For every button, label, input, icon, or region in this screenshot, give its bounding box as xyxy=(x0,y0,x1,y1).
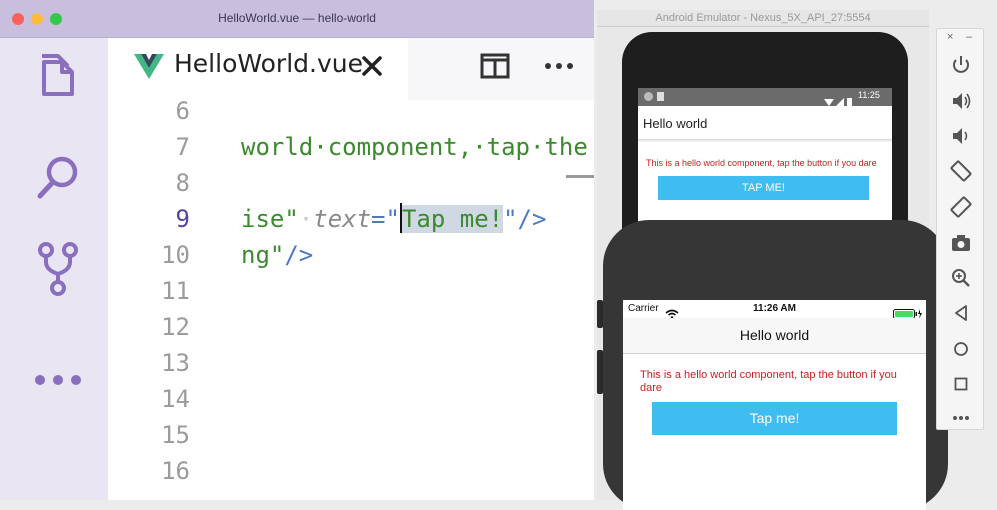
volume-down-icon[interactable] xyxy=(949,124,973,148)
line-number: 7 xyxy=(175,133,190,161)
vscode-titlebar: HelloWorld.vue — hello-world xyxy=(0,0,594,38)
more-icon[interactable] xyxy=(28,350,88,410)
tab-helloworld-vue[interactable]: HelloWorld.vue xyxy=(108,38,408,100)
android-status-time: 11:25 xyxy=(858,90,880,100)
ios-message: This is a hello world component, tap the… xyxy=(640,369,897,394)
source-control-icon[interactable] xyxy=(28,238,88,298)
tab-title: HelloWorld.vue xyxy=(174,49,363,78)
camera-icon[interactable] xyxy=(949,231,973,255)
ios-navigation-bar: Hello world xyxy=(623,318,926,354)
code-selection: Tap me! xyxy=(401,205,504,233)
code-attribute: text xyxy=(313,205,372,233)
code-line-10: ng"/> xyxy=(241,237,313,273)
line-number-active: 9 xyxy=(175,205,190,233)
toolbar-minimize-button[interactable]: – xyxy=(966,31,972,43)
horizontal-scrollbar[interactable] xyxy=(566,175,594,178)
ios-simulator-device: Carrier 11:26 AM Hello world This is a h… xyxy=(597,220,948,510)
android-titlebar: Android Emulator - Nexus_5X_API_27:5554 xyxy=(597,10,929,27)
volume-up-icon[interactable] xyxy=(949,89,973,113)
ios-status-time: 11:26 AM xyxy=(753,303,796,314)
line-number: 14 xyxy=(161,385,190,413)
signal-wifi-battery-icons xyxy=(824,92,854,106)
side-button xyxy=(597,300,603,328)
sd-card-icon xyxy=(657,92,664,101)
android-window-title: Android Emulator - Nexus_5X_API_27:5554 xyxy=(655,12,871,24)
android-app-title: Hello world xyxy=(643,116,708,131)
android-status-bar: 11:25 xyxy=(638,88,892,106)
notification-icon xyxy=(644,92,653,101)
zoom-icon[interactable] xyxy=(949,266,973,290)
code-token: =" xyxy=(371,205,400,233)
line-number: 13 xyxy=(161,349,190,377)
line-number: 12 xyxy=(161,313,190,341)
android-message: This is a hello world component, tap the… xyxy=(646,158,877,168)
ios-nav-title: Hello world xyxy=(739,327,810,343)
power-icon[interactable] xyxy=(949,53,973,77)
overview-icon[interactable] xyxy=(949,372,973,396)
ios-tap-me-button[interactable]: Tap me! xyxy=(652,402,897,435)
code-token: "/> xyxy=(503,205,547,233)
code-token: ng" xyxy=(241,241,285,269)
line-number: 8 xyxy=(175,169,190,197)
ios-screen: Carrier 11:26 AM Hello world This is a h… xyxy=(623,300,926,510)
line-number: 11 xyxy=(161,277,190,305)
window-title: HelloWorld.vue — hello-world xyxy=(218,11,376,25)
vue-file-icon xyxy=(134,52,164,80)
code-editor[interactable]: 6 7 8 9 10 11 12 13 14 15 16 world·compo… xyxy=(108,97,594,500)
rotate-right-icon[interactable] xyxy=(949,195,973,219)
search-icon[interactable] xyxy=(28,148,88,208)
android-action-bar: Hello world xyxy=(638,106,892,140)
code-token: /> xyxy=(284,241,314,269)
line-number: 15 xyxy=(161,421,190,449)
close-icon[interactable] xyxy=(360,54,384,78)
back-icon[interactable] xyxy=(949,301,973,325)
battery-icon xyxy=(893,304,923,319)
code-line-9: ise"·text="Tap me!"/> xyxy=(241,203,547,233)
line-number: 10 xyxy=(161,241,190,269)
android-tap-me-button[interactable]: TAP ME! xyxy=(658,176,869,200)
files-icon[interactable] xyxy=(28,48,88,108)
line-number: 6 xyxy=(175,97,190,125)
ios-status-bar: Carrier 11:26 AM xyxy=(623,300,926,319)
more-actions-icon[interactable] xyxy=(544,52,574,80)
home-icon[interactable] xyxy=(949,337,973,361)
code-line-7: world·component,·tap·the xyxy=(241,133,588,161)
split-editor-icon[interactable] xyxy=(480,52,510,80)
activity-bar xyxy=(0,38,108,500)
line-number: 16 xyxy=(161,457,190,485)
emulator-toolbar: × – xyxy=(936,28,984,430)
rotate-left-icon[interactable] xyxy=(949,159,973,183)
side-button xyxy=(597,350,603,394)
vscode-window: HelloWorld.vue — hello-world HelloWorld.… xyxy=(0,0,594,500)
code-token: ise" xyxy=(241,205,299,233)
editor-tab-bar: HelloWorld.vue xyxy=(108,38,594,100)
more-icon[interactable] xyxy=(949,406,973,430)
toolbar-close-button[interactable]: × xyxy=(947,31,953,43)
